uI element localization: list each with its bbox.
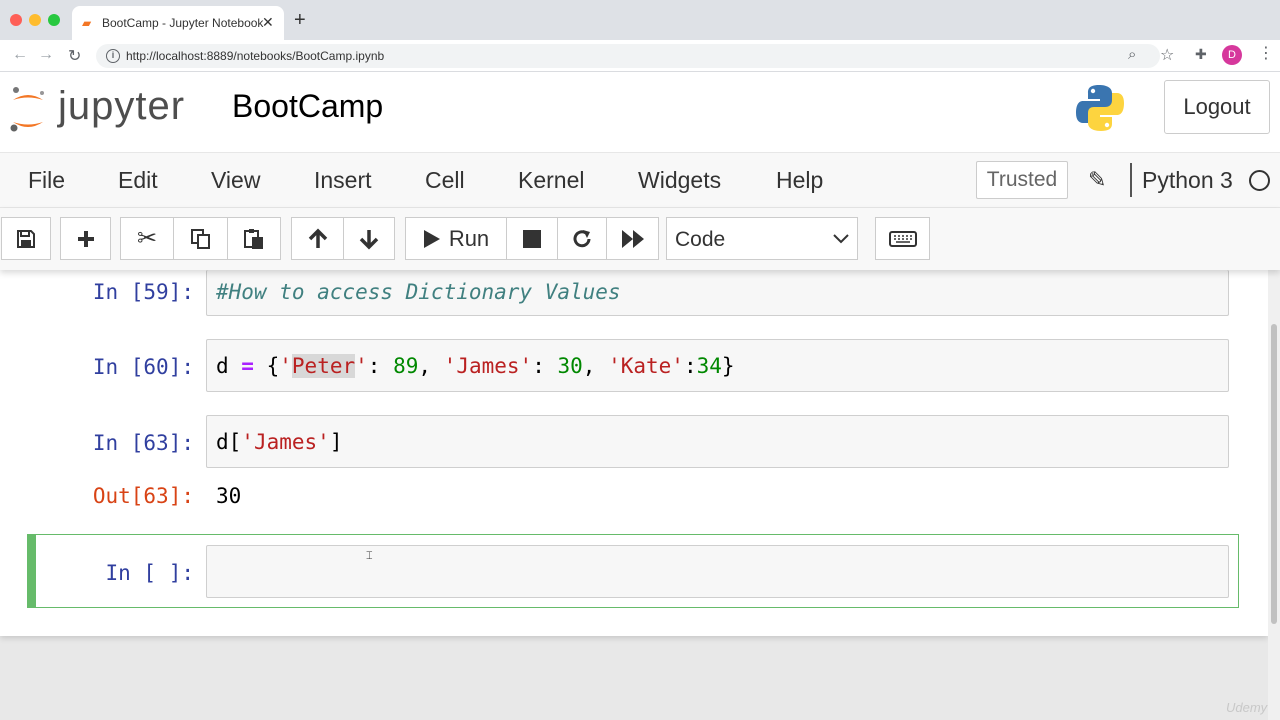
scrollbar[interactable] (1268, 270, 1280, 720)
menu-file[interactable]: File (28, 167, 65, 194)
save-icon (17, 229, 35, 248)
scrollbar-thumb[interactable] (1271, 324, 1277, 624)
edit-mode-pencil-icon: ✎ (1088, 167, 1107, 192)
trusted-indicator[interactable]: Trusted (976, 161, 1068, 199)
cell-in-prompt: In [63]: (92, 431, 194, 455)
notebook-toolbar: ✂ Run Code (0, 208, 1280, 270)
scissors-icon: ✂ (136, 225, 158, 252)
keyboard-icon (888, 230, 917, 247)
browser-tab-bar: ▰ BootCamp - Jupyter Notebook ✕ + (0, 0, 1280, 40)
kernel-separator (1130, 163, 1132, 197)
close-window-button[interactable] (10, 14, 22, 26)
copy-cell-button[interactable] (173, 217, 228, 260)
tab-close-icon[interactable]: ✕ (262, 14, 274, 31)
site-info-icon[interactable]: i (106, 49, 120, 63)
zoom-icon[interactable]: ⌕ (1128, 46, 1136, 63)
back-arrow-icon[interactable]: ← (12, 46, 28, 64)
cell-in-prompt: In [60]: (92, 355, 194, 379)
arrow-down-icon (359, 229, 379, 249)
restart-run-all-button[interactable] (606, 217, 659, 260)
menu-help[interactable]: Help (776, 167, 823, 194)
jupyter-logo-icon (10, 87, 44, 132)
arrow-up-icon (308, 228, 327, 248)
code-line: d = {'Peter': 89, 'James': 30, 'Kate':34… (216, 354, 735, 378)
code-cell-input[interactable]: d['James'] (206, 415, 1229, 468)
menu-view[interactable]: View (211, 167, 260, 194)
minimize-window-button[interactable] (29, 14, 41, 26)
profile-avatar[interactable]: D (1222, 45, 1242, 65)
save-button[interactable] (1, 217, 51, 260)
kernel-idle-indicator-icon (1249, 170, 1270, 191)
browser-tab[interactable]: ▰ BootCamp - Jupyter Notebook ✕ (72, 6, 284, 40)
address-bar-row: ← → ↻ i http://localhost:8889/notebooks/… (0, 40, 1280, 72)
url-text: http://localhost:8889/notebooks/BootCamp… (126, 49, 385, 63)
browser-menu-icon[interactable]: ⋮ (1258, 44, 1274, 64)
cell-output: 30 (216, 484, 242, 508)
jupyter-favicon-icon: ▰ (82, 16, 92, 30)
extensions-puzzle-icon[interactable]: ✚ (1195, 46, 1207, 63)
cell-in-prompt: In [59]: (92, 280, 194, 304)
logout-button[interactable]: Logout (1164, 80, 1270, 134)
tab-title: BootCamp - Jupyter Notebook (102, 16, 264, 30)
play-icon (423, 229, 440, 248)
code-line: d['James'] (216, 430, 343, 454)
stop-icon (523, 229, 541, 248)
bookmark-star-icon[interactable]: ☆ (1160, 45, 1174, 65)
reload-icon[interactable]: ↻ (68, 46, 81, 66)
menu-bar: File Edit View Insert Cell Kernel Widget… (0, 152, 1280, 208)
watermark: Udemy (1226, 700, 1268, 715)
plus-icon (77, 230, 94, 247)
command-palette-button[interactable] (875, 217, 930, 260)
restart-icon (573, 229, 591, 247)
cut-cell-button[interactable]: ✂ (120, 217, 174, 260)
interrupt-kernel-button[interactable] (506, 217, 558, 260)
cell-in-prompt: In [ ]: (105, 561, 194, 585)
move-cell-down-button[interactable] (343, 217, 395, 260)
code-cell-input[interactable]: #How to access Dictionary Values (206, 270, 1229, 316)
run-label: Run (448, 225, 490, 251)
text-cursor-icon: ⌶ (366, 550, 373, 562)
code-comment: #How to access Dictionary Values (216, 280, 621, 304)
menu-edit[interactable]: Edit (118, 167, 158, 194)
fast-forward-icon (621, 229, 644, 248)
kernel-name[interactable]: Python 3 (1142, 167, 1233, 194)
menu-cell[interactable]: Cell (425, 167, 465, 194)
code-cell-input[interactable]: d = {'Peter': 89, 'James': 30, 'Kate':34… (206, 339, 1229, 392)
cell-type-value: Code (675, 228, 726, 251)
paste-icon (244, 228, 263, 249)
run-cell-button[interactable]: Run (405, 217, 507, 260)
paste-cell-button[interactable] (227, 217, 281, 260)
forward-arrow-icon[interactable]: → (38, 46, 54, 64)
menu-insert[interactable]: Insert (314, 167, 372, 194)
python-logo-icon (1076, 85, 1124, 131)
cell-type-select[interactable]: Code (666, 217, 858, 260)
jupyter-header: jupyter BootCamp Logout (0, 72, 1280, 152)
menu-widgets[interactable]: Widgets (638, 167, 721, 194)
new-tab-button[interactable]: + (294, 10, 306, 30)
menu-kernel[interactable]: Kernel (518, 167, 584, 194)
jupyter-logo-text: jupyter (58, 84, 186, 128)
insert-cell-button[interactable] (60, 217, 111, 260)
cell-out-prompt: Out[63]: (92, 484, 194, 508)
url-field[interactable]: i http://localhost:8889/notebooks/BootCa… (96, 44, 1160, 68)
chevron-down-icon (833, 234, 849, 244)
copy-icon (190, 228, 210, 249)
maximize-window-button[interactable] (48, 14, 60, 26)
notebook-name[interactable]: BootCamp (232, 88, 383, 125)
code-cell-input[interactable] (206, 545, 1229, 598)
restart-kernel-button[interactable] (557, 217, 607, 260)
move-cell-up-button[interactable] (291, 217, 344, 260)
